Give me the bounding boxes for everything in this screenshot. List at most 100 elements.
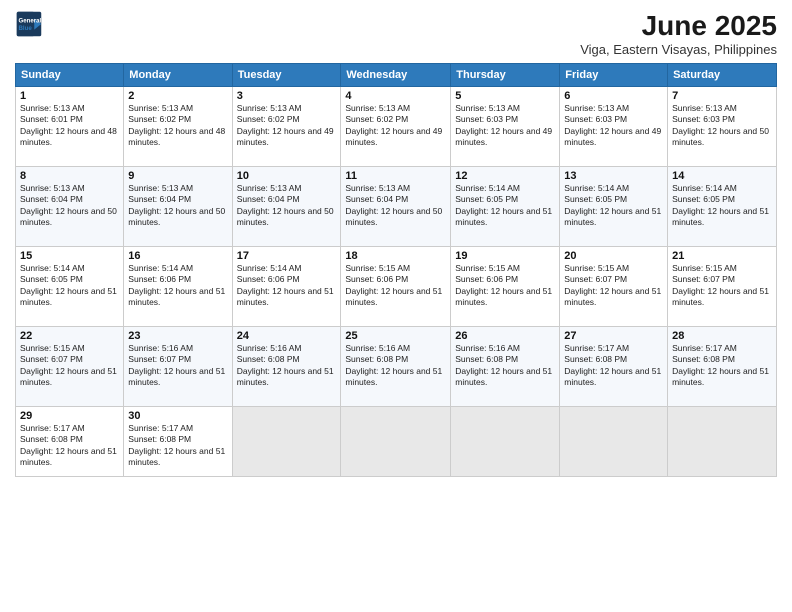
day-info: Sunrise: 5:17 AM Sunset: 6:08 PM Dayligh… (20, 423, 119, 469)
table-row: 6 Sunrise: 5:13 AM Sunset: 6:03 PM Dayli… (560, 87, 668, 167)
day-number: 6 (564, 90, 663, 102)
table-row: 1 Sunrise: 5:13 AM Sunset: 6:01 PM Dayli… (16, 87, 124, 167)
table-row: 10 Sunrise: 5:13 AM Sunset: 6:04 PM Dayl… (232, 167, 341, 247)
table-row: 20 Sunrise: 5:15 AM Sunset: 6:07 PM Dayl… (560, 247, 668, 327)
day-number: 10 (237, 170, 337, 182)
day-info: Sunrise: 5:17 AM Sunset: 6:08 PM Dayligh… (128, 423, 227, 469)
table-row (341, 407, 451, 477)
day-number: 12 (455, 170, 555, 182)
day-number: 29 (20, 410, 119, 422)
col-sunday: Sunday (16, 64, 124, 87)
day-number: 16 (128, 250, 227, 262)
day-number: 26 (455, 330, 555, 342)
day-number: 24 (237, 330, 337, 342)
day-number: 2 (128, 90, 227, 102)
day-info: Sunrise: 5:15 AM Sunset: 6:07 PM Dayligh… (672, 263, 772, 309)
day-number: 8 (20, 170, 119, 182)
day-number: 28 (672, 330, 772, 342)
day-info: Sunrise: 5:16 AM Sunset: 6:07 PM Dayligh… (128, 343, 227, 389)
calendar-table: Sunday Monday Tuesday Wednesday Thursday… (15, 63, 777, 477)
day-number: 1 (20, 90, 119, 102)
day-info: Sunrise: 5:13 AM Sunset: 6:04 PM Dayligh… (20, 183, 119, 229)
table-row: 2 Sunrise: 5:13 AM Sunset: 6:02 PM Dayli… (124, 87, 232, 167)
day-number: 27 (564, 330, 663, 342)
col-monday: Monday (124, 64, 232, 87)
table-row (560, 407, 668, 477)
day-number: 20 (564, 250, 663, 262)
day-info: Sunrise: 5:13 AM Sunset: 6:02 PM Dayligh… (128, 103, 227, 149)
svg-text:General: General (19, 17, 42, 24)
day-number: 11 (345, 170, 446, 182)
day-info: Sunrise: 5:13 AM Sunset: 6:02 PM Dayligh… (237, 103, 337, 149)
col-friday: Friday (560, 64, 668, 87)
day-info: Sunrise: 5:16 AM Sunset: 6:08 PM Dayligh… (345, 343, 446, 389)
table-row: 18 Sunrise: 5:15 AM Sunset: 6:06 PM Dayl… (341, 247, 451, 327)
table-row (668, 407, 777, 477)
day-number: 19 (455, 250, 555, 262)
day-info: Sunrise: 5:15 AM Sunset: 6:06 PM Dayligh… (455, 263, 555, 309)
day-number: 9 (128, 170, 227, 182)
day-number: 25 (345, 330, 446, 342)
logo-icon: General Blue (15, 10, 43, 38)
day-info: Sunrise: 5:14 AM Sunset: 6:05 PM Dayligh… (455, 183, 555, 229)
day-number: 3 (237, 90, 337, 102)
table-row: 13 Sunrise: 5:14 AM Sunset: 6:05 PM Dayl… (560, 167, 668, 247)
day-info: Sunrise: 5:13 AM Sunset: 6:02 PM Dayligh… (345, 103, 446, 149)
day-info: Sunrise: 5:15 AM Sunset: 6:07 PM Dayligh… (564, 263, 663, 309)
table-row: 25 Sunrise: 5:16 AM Sunset: 6:08 PM Dayl… (341, 327, 451, 407)
day-number: 13 (564, 170, 663, 182)
day-info: Sunrise: 5:13 AM Sunset: 6:04 PM Dayligh… (237, 183, 337, 229)
table-row: 3 Sunrise: 5:13 AM Sunset: 6:02 PM Dayli… (232, 87, 341, 167)
day-number: 30 (128, 410, 227, 422)
day-info: Sunrise: 5:14 AM Sunset: 6:06 PM Dayligh… (128, 263, 227, 309)
col-tuesday: Tuesday (232, 64, 341, 87)
day-number: 23 (128, 330, 227, 342)
table-row: 16 Sunrise: 5:14 AM Sunset: 6:06 PM Dayl… (124, 247, 232, 327)
day-info: Sunrise: 5:13 AM Sunset: 6:01 PM Dayligh… (20, 103, 119, 149)
day-info: Sunrise: 5:13 AM Sunset: 6:03 PM Dayligh… (455, 103, 555, 149)
table-row (451, 407, 560, 477)
col-wednesday: Wednesday (341, 64, 451, 87)
day-number: 5 (455, 90, 555, 102)
table-row: 11 Sunrise: 5:13 AM Sunset: 6:04 PM Dayl… (341, 167, 451, 247)
day-number: 18 (345, 250, 446, 262)
table-row: 30 Sunrise: 5:17 AM Sunset: 6:08 PM Dayl… (124, 407, 232, 477)
month-title: June 2025 (580, 10, 777, 42)
table-row: 28 Sunrise: 5:17 AM Sunset: 6:08 PM Dayl… (668, 327, 777, 407)
calendar-header-row: Sunday Monday Tuesday Wednesday Thursday… (16, 64, 777, 87)
table-row: 23 Sunrise: 5:16 AM Sunset: 6:07 PM Dayl… (124, 327, 232, 407)
table-row (232, 407, 341, 477)
day-number: 22 (20, 330, 119, 342)
table-row: 27 Sunrise: 5:17 AM Sunset: 6:08 PM Dayl… (560, 327, 668, 407)
table-row: 15 Sunrise: 5:14 AM Sunset: 6:05 PM Dayl… (16, 247, 124, 327)
day-info: Sunrise: 5:17 AM Sunset: 6:08 PM Dayligh… (672, 343, 772, 389)
day-info: Sunrise: 5:14 AM Sunset: 6:05 PM Dayligh… (564, 183, 663, 229)
day-info: Sunrise: 5:14 AM Sunset: 6:06 PM Dayligh… (237, 263, 337, 309)
svg-text:Blue: Blue (19, 25, 33, 32)
table-row: 29 Sunrise: 5:17 AM Sunset: 6:08 PM Dayl… (16, 407, 124, 477)
table-row: 8 Sunrise: 5:13 AM Sunset: 6:04 PM Dayli… (16, 167, 124, 247)
day-info: Sunrise: 5:13 AM Sunset: 6:04 PM Dayligh… (128, 183, 227, 229)
col-saturday: Saturday (668, 64, 777, 87)
logo: General Blue (15, 10, 43, 38)
header: General Blue June 2025 Viga, Eastern Vis… (15, 10, 777, 57)
day-number: 17 (237, 250, 337, 262)
day-number: 4 (345, 90, 446, 102)
day-info: Sunrise: 5:15 AM Sunset: 6:07 PM Dayligh… (20, 343, 119, 389)
table-row: 9 Sunrise: 5:13 AM Sunset: 6:04 PM Dayli… (124, 167, 232, 247)
table-row: 19 Sunrise: 5:15 AM Sunset: 6:06 PM Dayl… (451, 247, 560, 327)
day-info: Sunrise: 5:16 AM Sunset: 6:08 PM Dayligh… (237, 343, 337, 389)
day-info: Sunrise: 5:15 AM Sunset: 6:06 PM Dayligh… (345, 263, 446, 309)
table-row: 21 Sunrise: 5:15 AM Sunset: 6:07 PM Dayl… (668, 247, 777, 327)
table-row: 4 Sunrise: 5:13 AM Sunset: 6:02 PM Dayli… (341, 87, 451, 167)
day-number: 7 (672, 90, 772, 102)
table-row: 7 Sunrise: 5:13 AM Sunset: 6:03 PM Dayli… (668, 87, 777, 167)
day-number: 14 (672, 170, 772, 182)
day-number: 21 (672, 250, 772, 262)
day-info: Sunrise: 5:17 AM Sunset: 6:08 PM Dayligh… (564, 343, 663, 389)
table-row: 24 Sunrise: 5:16 AM Sunset: 6:08 PM Dayl… (232, 327, 341, 407)
day-info: Sunrise: 5:14 AM Sunset: 6:05 PM Dayligh… (20, 263, 119, 309)
day-info: Sunrise: 5:16 AM Sunset: 6:08 PM Dayligh… (455, 343, 555, 389)
table-row: 22 Sunrise: 5:15 AM Sunset: 6:07 PM Dayl… (16, 327, 124, 407)
day-info: Sunrise: 5:13 AM Sunset: 6:03 PM Dayligh… (564, 103, 663, 149)
